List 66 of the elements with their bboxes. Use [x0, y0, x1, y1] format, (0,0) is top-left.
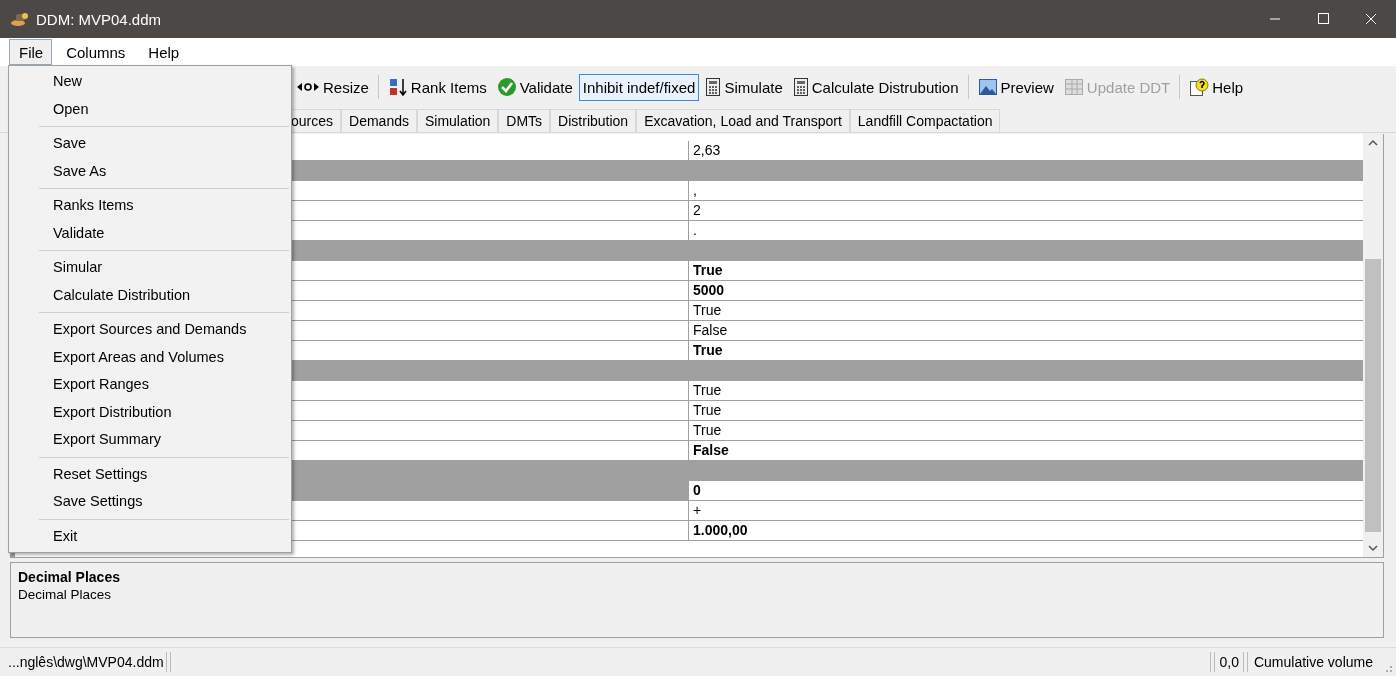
menu-entry[interactable]: Export Sources and Demands [9, 316, 291, 344]
calculator-icon [705, 77, 722, 97]
help-icon [1189, 77, 1210, 97]
status-path: ...nglês\dwg\MVP04.ddm [8, 654, 164, 670]
property-value[interactable]: , [689, 181, 1363, 200]
sort-icon [387, 77, 408, 97]
property-value[interactable]: False [689, 321, 1363, 340]
toolbar-button[interactable]: Inhibit indef/fixed [578, 73, 700, 101]
description-text: Decimal Places [18, 587, 113, 602]
property-value[interactable]: 1.000,00 [689, 521, 1363, 540]
menu-entry[interactable]: Export Ranges [9, 371, 291, 399]
property-value[interactable]: True [689, 401, 1363, 420]
toolbar-button[interactable]: Simulate [701, 72, 787, 102]
menu-entry[interactable]: Save [9, 130, 291, 158]
calculator-icon [792, 77, 809, 97]
menu-entry[interactable]: Export Distribution [9, 398, 291, 426]
property-value[interactable]: False [689, 441, 1363, 460]
menu-entry[interactable]: New [9, 68, 291, 96]
description-title: Decimal Places [18, 569, 121, 585]
status-mode: Cumulative volume [1252, 654, 1374, 670]
menu-entry[interactable]: Save As [9, 157, 291, 185]
property-value[interactable]: True [689, 381, 1363, 400]
property-value[interactable]: 2,63 [689, 141, 1363, 160]
image-icon [977, 77, 998, 97]
tab[interactable]: DMTs [498, 109, 551, 132]
check-icon [496, 77, 517, 97]
property-value[interactable]: True [689, 421, 1363, 440]
tab[interactable]: Landfill Compactation [849, 109, 1001, 132]
property-value[interactable]: True [689, 261, 1363, 280]
tab[interactable]: ources [289, 109, 342, 132]
toolbar-button[interactable]: Resize [292, 73, 373, 101]
menu-entry[interactable]: Open [9, 95, 291, 123]
property-value[interactable]: 5000 [689, 281, 1363, 300]
tab[interactable]: Excavation, Load and Transport [636, 109, 850, 132]
menu-entry[interactable]: Export Areas and Volumes [9, 343, 291, 371]
menu-item[interactable]: Columns [56, 39, 135, 65]
window-title: DDM: MVP04.ddm [36, 10, 162, 28]
menu-entry[interactable]: Save Settings [9, 488, 291, 516]
toolbar-button[interactable]: Help [1185, 72, 1248, 102]
property-value[interactable]: True [689, 341, 1363, 360]
tab[interactable]: Simulation [416, 109, 499, 132]
menu-entry[interactable]: Validate [9, 219, 291, 247]
toolbar-button[interactable]: Calculate Distrubution [788, 72, 963, 102]
toolbar-button[interactable]: Validate [492, 72, 577, 102]
toolbar-button[interactable]: Preview [973, 72, 1058, 102]
property-value[interactable]: + [689, 501, 1363, 520]
tab[interactable]: Demands [341, 109, 417, 132]
scrollbar-thumb[interactable] [1365, 259, 1381, 532]
menu-item[interactable]: File [9, 39, 53, 65]
status-coordinates: 0,0 [1218, 654, 1240, 670]
menu-entry[interactable]: Simular [9, 254, 291, 282]
property-value[interactable]: 0 [689, 481, 1363, 500]
toolbar-button[interactable]: Rank Items [383, 72, 491, 102]
menu-entry[interactable]: Export Summary [9, 426, 291, 454]
scrollbar[interactable] [1363, 134, 1383, 557]
menu-item[interactable]: Help [138, 39, 189, 65]
menu-entry[interactable]: Exit [9, 522, 291, 550]
tab[interactable]: Distribution [550, 109, 637, 132]
menu-entry[interactable]: Calculate Distribution [9, 281, 291, 309]
property-value[interactable]: 2 [689, 201, 1363, 220]
app-icon [10, 11, 30, 27]
property-value[interactable]: True [689, 301, 1363, 320]
table-icon [1063, 77, 1084, 97]
menu-entry[interactable]: Reset Settings [9, 460, 291, 488]
menu-entry[interactable]: Ranks Items [9, 192, 291, 220]
property-value[interactable]: . [689, 221, 1363, 240]
